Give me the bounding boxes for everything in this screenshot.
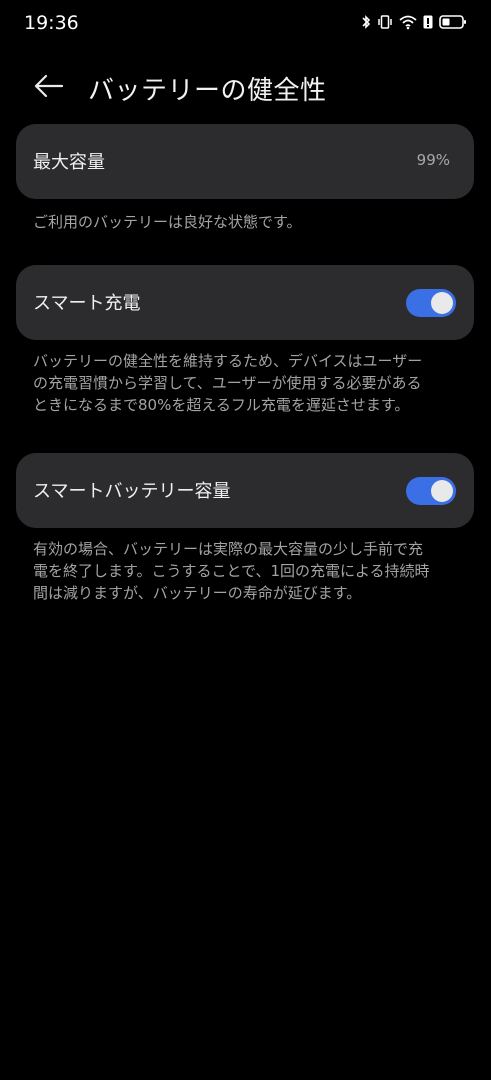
max-capacity-value: 99%	[416, 151, 450, 169]
smart-battery-capacity-description: 有効の場合、バッテリーは実際の最大容量の少し手前で充 電を終了します。こうするこ…	[33, 538, 461, 604]
smart-battery-capacity-label: スマートバッテリー容量	[33, 481, 231, 502]
page-title: バッテリーの健全性	[88, 76, 327, 106]
max-capacity-description: ご利用のバッテリーは良好な状態です。	[33, 213, 302, 231]
description-line: 間は減りますが、バッテリーの寿命が延びます。	[33, 584, 362, 602]
toggle-knob	[431, 292, 453, 314]
description-line: 有効の場合、バッテリーは実際の最大容量の少し手前で充	[33, 540, 424, 558]
toggle-knob	[431, 480, 453, 502]
smart-charging-label: スマート充電	[33, 293, 141, 314]
description-line: ときになるまで80%を超えるフル充電を遅延させます。	[33, 396, 410, 414]
max-capacity-label: 最大容量	[33, 152, 105, 173]
description-line: の充電習慣から学習して、ユーザーが使用する必要がある	[33, 374, 422, 392]
description-line: バッテリーの健全性を維持するため、デバイスはユーザー	[33, 352, 423, 370]
bluetooth-icon	[361, 14, 371, 30]
status-bar: 19:36	[0, 0, 491, 48]
max-capacity-card: 最大容量 99%	[16, 124, 474, 199]
description-line: 電を終了します。こうすることで、1回の充電による持続時	[33, 562, 430, 580]
smart-battery-capacity-toggle[interactable]	[406, 477, 456, 505]
smart-charging-description: バッテリーの健全性を維持するため、デバイスはユーザー の充電習慣から学習して、ユ…	[33, 350, 461, 416]
smart-battery-capacity-card[interactable]: スマートバッテリー容量	[16, 453, 474, 528]
status-time: 19:36	[24, 12, 79, 34]
battery-icon	[439, 14, 467, 30]
battery-alert-icon	[423, 14, 433, 30]
back-button[interactable]	[28, 72, 68, 104]
status-icons	[361, 14, 467, 30]
wifi-icon	[399, 14, 417, 30]
smart-charging-card[interactable]: スマート充電	[16, 265, 474, 340]
vibrate-icon	[377, 14, 393, 30]
app-bar: バッテリーの健全性	[0, 64, 491, 112]
smart-charging-toggle[interactable]	[406, 289, 456, 317]
arrow-left-icon	[32, 73, 64, 103]
